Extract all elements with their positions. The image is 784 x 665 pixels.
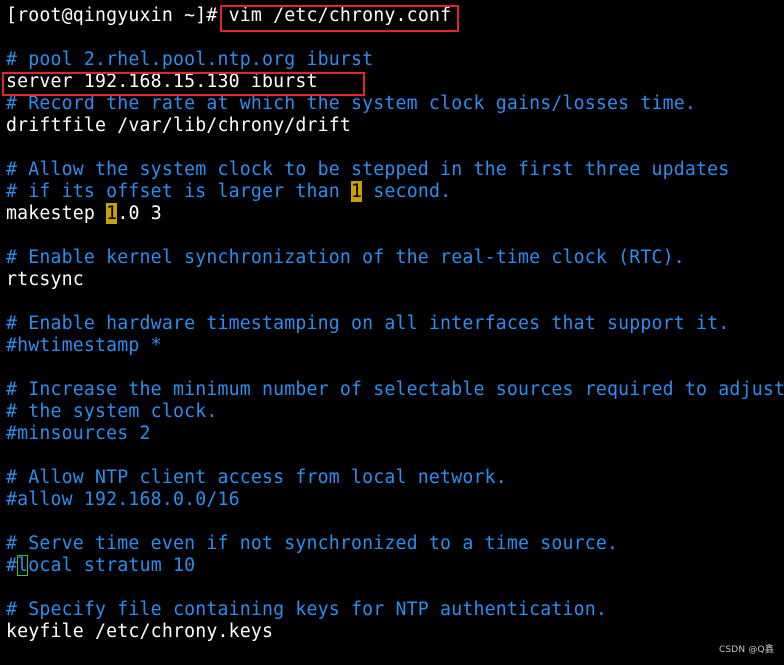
config-comment-line: # Enable hardware timestamping on all in… <box>6 313 730 334</box>
search-match-highlight: 1 <box>106 203 118 224</box>
config-directive-line: makestep 1.0 3 <box>6 203 162 225</box>
config-directive-line: driftfile /var/lib/chrony/drift <box>6 115 352 136</box>
comment-text: ocal stratum 10 <box>28 555 196 576</box>
config-comment-line: # pool 2.rhel.pool.ntp.org iburst <box>6 49 374 70</box>
config-comment-line: # Record the rate at which the system cl… <box>6 93 697 114</box>
config-comment-line: # Allow the system clock to be stepped i… <box>6 159 730 180</box>
shell-prompt: [root@qingyuxin ~]# <box>6 5 218 26</box>
config-commented-directive-line: #local stratum 10 <box>6 555 195 577</box>
config-comment-line: # Serve time even if not synchronized to… <box>6 533 619 554</box>
command-annotation-box <box>220 5 459 32</box>
config-comment-line: # if its offset is larger than 1 second. <box>6 181 451 203</box>
comment-text: # <box>6 555 18 576</box>
directive-text: .0 3 <box>117 203 162 224</box>
config-comment-line: # Increase the minimum number of selecta… <box>6 379 784 400</box>
search-match-highlight: 1 <box>351 181 363 202</box>
comment-text: # if its offset is larger than <box>6 181 352 202</box>
server-annotation-box <box>2 72 365 96</box>
watermark: CSDN @Q鑫 <box>718 645 774 655</box>
config-commented-directive-line: #hwtimestamp * <box>6 335 162 356</box>
editor-cursor: l <box>17 555 29 576</box>
config-commented-directive-line: #minsources 2 <box>6 423 151 444</box>
config-directive-line: rtcsync <box>6 269 84 290</box>
terminal-window[interactable]: [root@qingyuxin ~]# vim /etc/chrony.conf… <box>0 0 784 665</box>
config-comment-line: # Enable kernel synchronization of the r… <box>6 247 685 268</box>
config-comment-line: # Specify file containing keys for NTP a… <box>6 599 608 620</box>
comment-text: second. <box>362 181 452 202</box>
config-comment-line: # Allow NTP client access from local net… <box>6 467 507 488</box>
config-directive-line: keyfile /etc/chrony.keys <box>6 621 274 642</box>
config-commented-directive-line: #allow 192.168.0.0/16 <box>6 489 240 510</box>
config-comment-line: # the system clock. <box>6 401 218 422</box>
directive-text: makestep <box>6 203 107 224</box>
